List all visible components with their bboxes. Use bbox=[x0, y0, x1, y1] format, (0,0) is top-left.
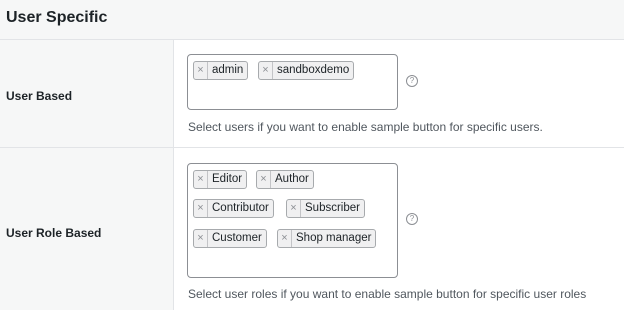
chip-label: Shop manager bbox=[296, 232, 372, 244]
chip-label: sandboxdemo bbox=[277, 64, 350, 76]
chip-label: Subscriber bbox=[305, 202, 360, 214]
user-select[interactable]: × admin × sandboxdemo bbox=[187, 54, 398, 110]
chip-role-customer: × Customer bbox=[193, 229, 267, 248]
user-based-label: User Based bbox=[6, 89, 73, 103]
chip-user-admin: × admin bbox=[193, 61, 249, 80]
chip-role-shop-manager: × Shop manager bbox=[277, 229, 377, 248]
chip-label: Author bbox=[275, 173, 309, 185]
chip-label: admin bbox=[212, 64, 244, 76]
label-column bbox=[0, 40, 174, 310]
chip-label: Contributor bbox=[212, 202, 269, 214]
chip-role-author: × Author bbox=[256, 170, 314, 189]
remove-chip-icon[interactable]: × bbox=[194, 62, 208, 79]
remove-chip-icon[interactable]: × bbox=[194, 230, 208, 247]
chip-role-subscriber: × Subscriber bbox=[286, 199, 365, 218]
chip-role-editor: × Editor bbox=[193, 170, 248, 189]
chip-label: Editor bbox=[212, 173, 243, 185]
remove-chip-icon[interactable]: × bbox=[257, 171, 271, 188]
chip-label: Customer bbox=[212, 232, 262, 244]
remove-chip-icon[interactable]: × bbox=[259, 62, 273, 79]
user-role-based-label: User Role Based bbox=[6, 226, 102, 240]
chip-role-contributor: × Contributor bbox=[193, 199, 274, 218]
section-header: User Specific bbox=[0, 0, 624, 40]
section-title: User Specific bbox=[6, 9, 108, 26]
help-icon[interactable]: ? bbox=[406, 75, 418, 87]
chip-user-sandboxdemo: × sandboxdemo bbox=[258, 61, 355, 80]
help-icon[interactable]: ? bbox=[406, 213, 418, 225]
remove-chip-icon[interactable]: × bbox=[278, 230, 292, 247]
remove-chip-icon[interactable]: × bbox=[194, 200, 208, 217]
remove-chip-icon[interactable]: × bbox=[287, 200, 301, 217]
user-based-description: Select users if you want to enable sampl… bbox=[188, 120, 543, 134]
user-role-select[interactable]: × Editor × Author × Contributor × Subscr… bbox=[187, 163, 398, 278]
user-role-based-description: Select user roles if you want to enable … bbox=[188, 287, 587, 301]
row-divider bbox=[0, 147, 624, 148]
remove-chip-icon[interactable]: × bbox=[194, 171, 208, 188]
